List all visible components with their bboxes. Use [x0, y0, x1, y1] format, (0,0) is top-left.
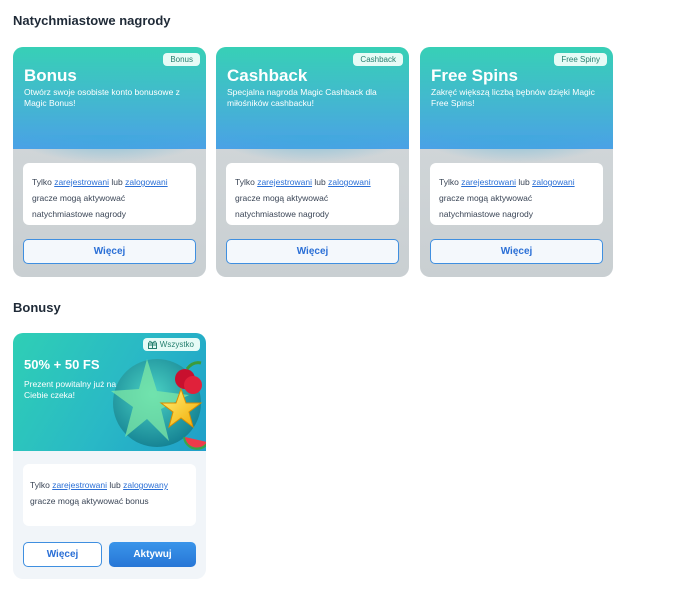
login-notice: Tylko zarejestrowani lub zalogowani grac… — [430, 163, 603, 225]
register-link[interactable]: zarejestrowani — [257, 177, 312, 187]
notice-mid: lub — [109, 177, 126, 187]
notice-prefix: Tylko — [30, 480, 53, 490]
card-title: Free Spins — [431, 66, 518, 85]
card-header: Cashback Cashback Specjalna nagroda Magi… — [216, 47, 409, 163]
bonus-card-header: Wszystko 50% + 50 FS Prezent powitalny j… — [13, 333, 206, 451]
notice-mid: lub — [107, 480, 124, 490]
notice-suffix: gracze mogą aktywować natychmiastowe nag… — [235, 193, 330, 219]
login-link[interactable]: zalogowani — [328, 177, 371, 187]
login-link[interactable]: zalogowany — [123, 480, 168, 490]
notice-suffix: gracze mogą aktywować bonus — [30, 496, 149, 506]
more-button[interactable]: Więcej — [226, 239, 399, 264]
login-notice: Tylko zarejestrowani lub zalogowani grac… — [226, 163, 399, 225]
more-button[interactable]: Więcej — [23, 239, 196, 264]
filter-all-badge[interactable]: Wszystko — [142, 338, 200, 351]
login-link[interactable]: zalogowani — [532, 177, 575, 187]
login-notice: Tylko zarejestrowani lub zalogowani grac… — [23, 163, 196, 225]
login-notice: Tylko zarejestrowani lub zalogowany grac… — [23, 464, 196, 526]
bonus-description: Prezent powitalny już na Ciebie czeka! — [24, 379, 117, 400]
card-badge: Free Spiny — [554, 53, 607, 66]
card-description: Otwórz swoje osobiste konto bonusowe z M… — [24, 87, 180, 108]
more-button[interactable]: Więcej — [430, 239, 603, 264]
login-link[interactable]: zalogowani — [125, 177, 168, 187]
card-header: Bonus Bonus Otwórz swoje osobiste konto … — [13, 47, 206, 163]
notice-suffix: gracze mogą aktywować natychmiastowe nag… — [439, 193, 534, 219]
filter-all-label: Wszystko — [159, 340, 194, 349]
reward-card-cashback: Cashback Cashback Specjalna nagroda Magi… — [216, 47, 409, 277]
notice-prefix: Tylko — [439, 177, 462, 187]
card-description: Specjalna nagroda Magic Cashback dla mił… — [227, 87, 377, 108]
card-badge: Cashback — [353, 53, 403, 66]
bonus-card-welcome: Wszystko 50% + 50 FS Prezent powitalny j… — [13, 333, 206, 579]
notice-mid: lub — [516, 177, 533, 187]
notice-suffix: gracze mogą aktywować natychmiastowe nag… — [32, 193, 127, 219]
notice-mid: lub — [312, 177, 329, 187]
card-title: Bonus — [24, 66, 77, 85]
reward-card-free-spins: Free Spiny Free Spins Zakręć większą lic… — [420, 47, 613, 277]
notice-prefix: Tylko — [32, 177, 55, 187]
register-link[interactable]: zarejestrowani — [52, 480, 107, 490]
register-link[interactable]: zarejestrowani — [54, 177, 109, 187]
card-title: Cashback — [227, 66, 308, 85]
bonuses-heading: Bonusy — [13, 300, 61, 315]
activate-button[interactable]: Aktywuj — [109, 542, 196, 567]
notice-prefix: Tylko — [235, 177, 258, 187]
instant-rewards-heading: Natychmiastowe nagrody — [13, 13, 171, 28]
register-link[interactable]: zarejestrowani — [461, 177, 516, 187]
reward-card-bonus: Bonus Bonus Otwórz swoje osobiste konto … — [13, 47, 206, 277]
card-description: Zakręć większą liczbą bębnów dzięki Magi… — [431, 87, 595, 108]
card-header: Free Spiny Free Spins Zakręć większą lic… — [420, 47, 613, 163]
card-badge: Bonus — [163, 53, 200, 66]
more-button[interactable]: Więcej — [23, 542, 102, 567]
gift-icon — [147, 340, 157, 349]
bonus-title: 50% + 50 FS — [24, 357, 100, 372]
